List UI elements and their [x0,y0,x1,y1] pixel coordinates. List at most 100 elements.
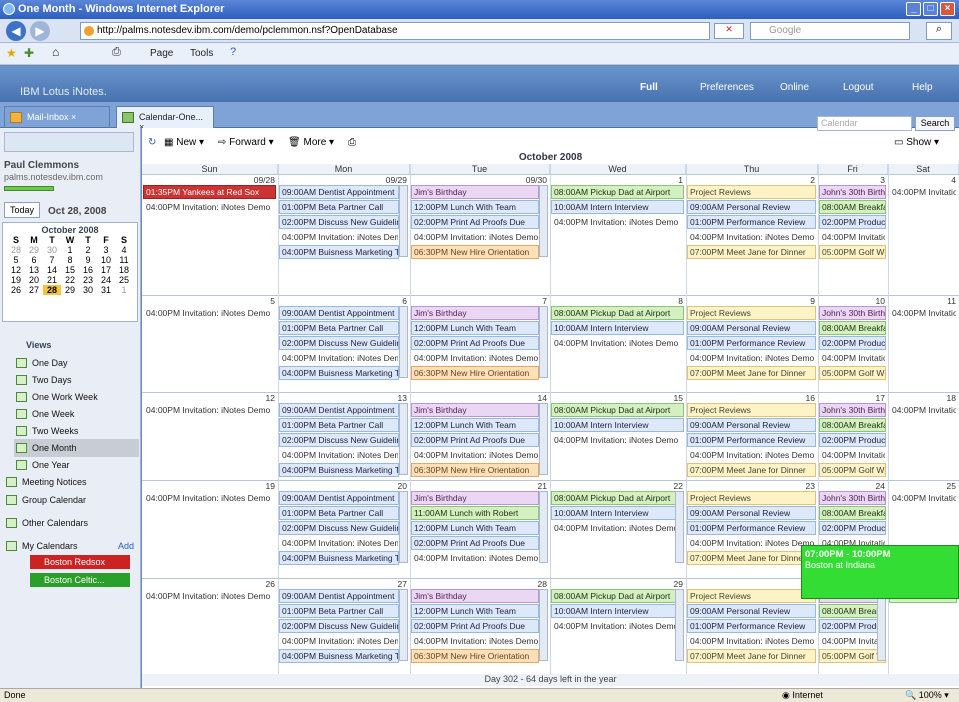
show-menu[interactable]: ▭ Show ▾ [894,137,939,148]
calendar-event[interactable]: 02:00PM Product [819,521,886,535]
calendar-event[interactable]: 04:00PM Invitation [819,230,886,244]
calendar-celtics[interactable]: Boston Celtic... [30,573,130,587]
calendar-event[interactable]: 01:00PM Performance Review [687,619,816,633]
add-calendar-link[interactable]: Add [118,541,134,551]
mini-day[interactable]: 14 [43,265,61,275]
calendar-event[interactable]: 10:00AM Intern Interview [551,418,684,432]
calendar-search-button[interactable]: Search [915,116,955,131]
mini-day[interactable]: 27 [25,285,43,295]
calendar-event[interactable]: 01:00PM Beta Partner Call [279,321,399,335]
calendar-event[interactable]: 12:00PM Lunch With Team [411,321,539,335]
mini-day[interactable]: 31 [97,285,115,295]
calendar-event[interactable]: 04:00PM Buisness Marketing Training [279,366,399,380]
calendar-event[interactable]: 08:00AM Breakfast [819,418,886,432]
day-number[interactable]: 09/29 [278,175,407,185]
calendar-event[interactable]: 04:00PM Invitation: iNotes Demo [551,521,684,535]
calendar-event[interactable]: 02:00PM Discuss New Guidelines [279,521,399,535]
calendar-event[interactable]: 01:00PM Beta Partner Call [279,200,399,214]
calendar-event[interactable]: 04:00PM Invitation: iNotes Demo [411,551,539,565]
calendar-event[interactable]: 02:00PM Print Ad Proofs Due [411,336,539,350]
help-menu[interactable]: Help [912,82,933,93]
calendar-event[interactable]: 04:00PM Invitation: iNotes Demo [551,215,684,229]
calendar-event[interactable]: 09:00AM Personal Review [687,604,816,618]
calendar-event[interactable]: John's 30th Birthday [819,403,886,417]
mini-grid[interactable]: S M T W T F S 28 29 30 1 2 3 4 5 6 7 8 9 10 11 12 13 14 15 16 17 18… [3,235,137,295]
mini-day[interactable]: 6 [25,255,43,265]
refresh-stop-icon[interactable]: ✕ [714,23,744,39]
mini-day[interactable]: 23 [79,275,97,285]
calendar-event[interactable]: 04:00PM Buisness Marketing Training [279,551,399,565]
browser-search-input[interactable]: Google [750,22,910,40]
cell-scrollbar[interactable] [539,491,548,563]
calendar-event[interactable]: 04:00PM Invitation: iNotes Demo [279,351,399,365]
tools-menu[interactable]: Tools [190,48,213,59]
calendar-event[interactable]: 04:00PM Invitation: iNotes Demo [889,403,957,417]
other-calendars[interactable]: Other Calendars [4,514,129,532]
calendar-event[interactable]: Jim's Birthday [411,491,539,505]
calendar-event[interactable]: John's 30th Birthday [819,185,886,199]
mini-day[interactable]: 10 [97,255,115,265]
mini-day[interactable]: 9 [79,255,97,265]
nav-icons-bar[interactable] [4,132,134,152]
refresh-icon[interactable]: ↻ [148,137,156,148]
day-number[interactable]: 6 [278,296,407,306]
calendar-event[interactable]: 04:00PM Invitation: iNotes Demo [143,589,276,603]
mini-day[interactable]: 20 [25,275,43,285]
calendar-event[interactable]: 04:00PM Invitation: iNotes Demo [889,185,957,199]
view-one-year[interactable]: One Year [14,456,139,474]
day-number[interactable]: 19 [142,481,275,491]
day-number[interactable]: 25 [888,481,956,491]
mini-day[interactable]: 2 [79,245,97,255]
mini-day[interactable]: 12 [7,265,25,275]
day-number[interactable]: 14 [410,393,547,403]
mini-day[interactable]: 16 [79,265,97,275]
calendar-event[interactable]: 08:00AM Breakfast [819,200,886,214]
cell-scrollbar[interactable] [399,589,408,661]
calendar-event[interactable]: 09:00AM Dentist Appointment [279,403,399,417]
calendar-event[interactable]: 07:00PM Meet Jane for Dinner [687,649,816,663]
calendar-event[interactable]: 10:00AM Intern Interview [551,604,684,618]
calendar-event[interactable]: 04:00PM Invitation [819,351,886,365]
calendar-event[interactable]: 08:00AM Breakfast [819,506,886,520]
calendar-event[interactable]: 12:00PM Lunch With Team [411,418,539,432]
calendar-event[interactable]: 01:00PM Performance Review [687,215,816,229]
calendar-event[interactable]: Project Reviews [687,589,816,603]
online-menu[interactable]: Online [780,82,809,93]
calendar-event[interactable]: 02:00PM Print Ad Proofs Due [411,215,539,229]
day-number[interactable]: 28 [410,579,547,589]
forward-nav-button[interactable]: ▶ [30,21,50,41]
calendar-event[interactable]: 02:00PM Discuss New Guidelines [279,336,399,350]
calendar-event[interactable]: 02:00PM Product [819,336,886,350]
tab-calendar[interactable]: Calendar-One... × [116,106,214,132]
calendar-event[interactable]: 04:00PM Invitation [819,448,886,462]
calendar-event[interactable]: 04:00PM Invitation: iNotes Demo [411,351,539,365]
calendar-event[interactable]: 04:00PM Invitation: iNotes Demo [551,433,684,447]
calendar-event[interactable]: 04:00PM Invitation: iNotes Demo [551,336,684,350]
mini-day[interactable]: 21 [43,275,61,285]
calendar-event[interactable]: 02:00PM Discuss New Guidelines [279,619,399,633]
day-number[interactable]: 13 [278,393,407,403]
day-number[interactable]: 09/30 [410,175,547,185]
calendar-event[interactable]: 05:00PM Golf With [819,649,886,663]
calendar-event[interactable]: 10:00AM Intern Interview [551,506,684,520]
calendar-event[interactable]: 06:30PM New Hire Orientation [411,649,539,663]
calendar-event[interactable]: 01:00PM Beta Partner Call [279,506,399,520]
calendar-event[interactable]: 10:00AM Intern Interview [551,200,684,214]
day-number[interactable]: 26 [142,579,275,589]
mini-day[interactable]: 13 [25,265,43,275]
calendar-event[interactable]: 11:00AM Lunch with Robert [411,506,539,520]
cell-scrollbar[interactable] [539,589,548,661]
tab-mail-inbox[interactable]: Mail-Inbox × [4,106,110,128]
forward-button[interactable]: ⇨ Forward ▾ [218,137,274,148]
calendar-event[interactable]: 04:00PM Buisness Marketing Training [279,649,399,663]
day-number[interactable]: 7 [410,296,547,306]
day-number[interactable]: 5 [142,296,275,306]
calendar-event[interactable]: 07:00PM Meet Jane for Dinner [687,366,816,380]
calendar-event[interactable]: Jim's Birthday [411,306,539,320]
mini-day[interactable]: 29 [61,285,79,295]
calendar-event[interactable]: 04:00PM Invitation: iNotes Demo [143,200,276,214]
minimize-button[interactable]: _ [906,2,921,16]
day-number[interactable]: 21 [410,481,547,491]
calendar-event[interactable]: 02:00PM Product [819,433,886,447]
calendar-event[interactable]: 01:35PM Yankees at Red Sox [143,185,276,199]
